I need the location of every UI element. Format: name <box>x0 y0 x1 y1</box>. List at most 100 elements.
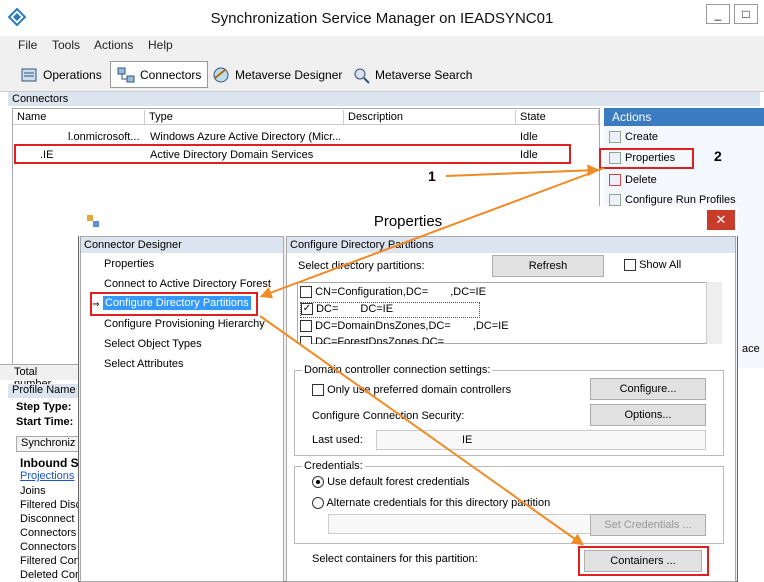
metaverse-search-button[interactable]: Metaverse Search <box>346 61 478 88</box>
partition-label: DC= <box>316 303 339 315</box>
set-credentials-button[interactable]: Set Credentials ... <box>590 514 706 536</box>
dc-settings-label: Domain controller connection settings: <box>302 364 493 376</box>
row1-state[interactable]: Idle <box>520 130 538 144</box>
column-state[interactable]: State <box>516 110 599 125</box>
nav-configure-directory-partitions[interactable]: Configure Directory Partitions <box>103 296 251 310</box>
connectors-label: Connectors <box>140 67 202 82</box>
delete-icon <box>609 174 621 186</box>
connector-designer-header: Connector Designer <box>81 237 283 253</box>
action-create[interactable]: Create <box>609 131 658 143</box>
synchronization-tab[interactable]: Synchroniz <box>16 436 80 452</box>
profile-name-header: Profile Name <box>8 384 80 398</box>
alternate-credentials-radio-dot[interactable] <box>312 497 324 510</box>
row2-name[interactable]: .IE <box>40 148 53 162</box>
partition-item-selected[interactable]: ✓ DC= DC=IE <box>300 302 480 318</box>
metaverse-search-label: Metaverse Search <box>375 67 473 82</box>
actions-partial-text: ace <box>742 343 760 355</box>
row2-state[interactable]: Idle <box>520 148 538 162</box>
nav-provisioning-hierarchy[interactable]: Configure Provisioning Hierarchy <box>104 318 265 330</box>
maximize-button[interactable]: □ <box>734 4 758 24</box>
dialog-title: Properties <box>373 213 443 230</box>
actions-header: Actions <box>604 108 764 126</box>
show-all-checkbox[interactable]: Show All <box>624 259 682 272</box>
action-delete-label: Delete <box>625 174 657 186</box>
last-used-field <box>376 430 706 450</box>
action-properties[interactable]: Properties <box>609 152 675 164</box>
menu-actions[interactable]: Actions <box>94 38 133 52</box>
containers-button[interactable]: Containers ... <box>584 550 702 572</box>
last-used-label: Last used: <box>312 434 363 446</box>
options-button[interactable]: Options... <box>590 404 706 426</box>
deleted-con-label: Deleted Con <box>20 569 82 581</box>
projections-link[interactable]: Projections <box>20 470 74 482</box>
start-time-label: Start Time: <box>16 416 74 428</box>
connectors-button[interactable]: Connectors <box>110 61 209 88</box>
partitions-scrollbar[interactable] <box>706 282 722 344</box>
filtered-con-label: Filtered Con <box>20 555 80 567</box>
partition-suffix: ,DC=IE <box>472 320 509 332</box>
show-all-label: Show All <box>639 259 682 271</box>
partition-item[interactable]: CN=Configuration,DC= ,DC=IE <box>300 286 486 299</box>
action-create-label: Create <box>625 131 659 143</box>
partition-checkbox[interactable] <box>300 336 312 344</box>
only-preferred-box[interactable] <box>312 384 324 397</box>
run-profiles-icon <box>609 194 621 206</box>
row1-name[interactable]: l.onmicrosoft... <box>68 130 142 144</box>
column-type[interactable]: Type <box>145 110 344 125</box>
metaverse-search-icon <box>354 68 370 84</box>
filtered-disc-label: Filtered Disc <box>20 499 82 511</box>
column-name[interactable]: Name <box>13 110 145 125</box>
connectors-section-header: Connectors <box>8 92 760 106</box>
nav-connect-forest[interactable]: Connect to Active Directory Forest <box>104 278 271 290</box>
operations-button[interactable]: Operations <box>14 61 108 88</box>
partition-item[interactable]: DC=DomainDnsZones,DC= ,DC=IE <box>300 320 509 333</box>
menu-file[interactable]: File <box>18 38 37 52</box>
nav-select-object-types[interactable]: Select Object Types <box>104 338 202 350</box>
partition-suffix: DC=IE <box>360 303 394 315</box>
operations-icon <box>21 68 37 81</box>
annotation-2: 2 <box>714 148 722 164</box>
partition-checkbox[interactable] <box>300 320 312 333</box>
partition-label: CN=Configuration,DC= <box>315 286 429 298</box>
configure-button[interactable]: Configure... <box>590 378 706 400</box>
nav-arrow-icon: ⇒ <box>92 299 100 309</box>
nav-properties[interactable]: Properties <box>104 258 154 270</box>
step-type-label: Step Type: <box>16 401 72 413</box>
row1-type[interactable]: Windows Azure Active Directory (Micr... <box>150 130 340 144</box>
partition-checkbox[interactable] <box>300 286 312 299</box>
dialog-close-button[interactable]: ✕ <box>707 210 735 230</box>
connectors-label-1: Connectors <box>20 527 77 539</box>
metaverse-designer-label: Metaverse Designer <box>235 67 343 82</box>
row2-type[interactable]: Active Directory Domain Services <box>150 148 313 162</box>
action-configure-run-profiles[interactable]: Configure Run Profiles <box>609 194 736 206</box>
disconnect-label: Disconnect <box>20 513 75 525</box>
action-properties-label: Properties <box>625 152 676 164</box>
connectors-icon <box>117 67 135 82</box>
last-used-value: IE <box>462 434 473 446</box>
partition-label: DC=ForestDnsZones,DC= <box>315 336 445 344</box>
menu-help[interactable]: Help <box>148 38 173 52</box>
refresh-button[interactable]: Refresh <box>492 255 604 277</box>
menu-tools[interactable]: Tools <box>52 38 80 52</box>
default-credentials-radio-dot[interactable] <box>312 476 324 489</box>
partition-checkbox-checked[interactable]: ✓ <box>301 303 313 316</box>
partition-label: DC=DomainDnsZones,DC= <box>315 320 451 332</box>
action-delete[interactable]: Delete <box>609 174 657 186</box>
alternate-credentials-label: Alternate credentials for this directory… <box>326 497 551 509</box>
nav-select-attributes[interactable]: Select Attributes <box>104 358 184 370</box>
connection-security-label: Configure Connection Security: <box>312 410 465 422</box>
show-all-box[interactable] <box>624 259 636 272</box>
metaverse-designer-button[interactable]: Metaverse Designer <box>206 61 348 88</box>
action-run-profiles-label: Configure Run Profiles <box>625 194 736 206</box>
select-partitions-label: Select directory partitions: <box>298 260 425 272</box>
minimize-button[interactable]: _ <box>706 4 730 24</box>
alternate-credentials-radio[interactable]: Alternate credentials for this directory… <box>312 497 551 510</box>
select-containers-label: Select containers for this partition: <box>312 553 478 565</box>
only-preferred-label: Only use preferred domain controllers <box>327 384 512 396</box>
create-icon <box>609 131 621 143</box>
partition-item[interactable]: DC=ForestDnsZones,DC= <box>300 336 444 344</box>
default-credentials-radio[interactable]: Use default forest credentials <box>312 476 470 489</box>
annotation-1: 1 <box>428 168 436 184</box>
only-preferred-checkbox[interactable]: Only use preferred domain controllers <box>312 384 512 397</box>
column-description[interactable]: Description <box>344 110 516 125</box>
